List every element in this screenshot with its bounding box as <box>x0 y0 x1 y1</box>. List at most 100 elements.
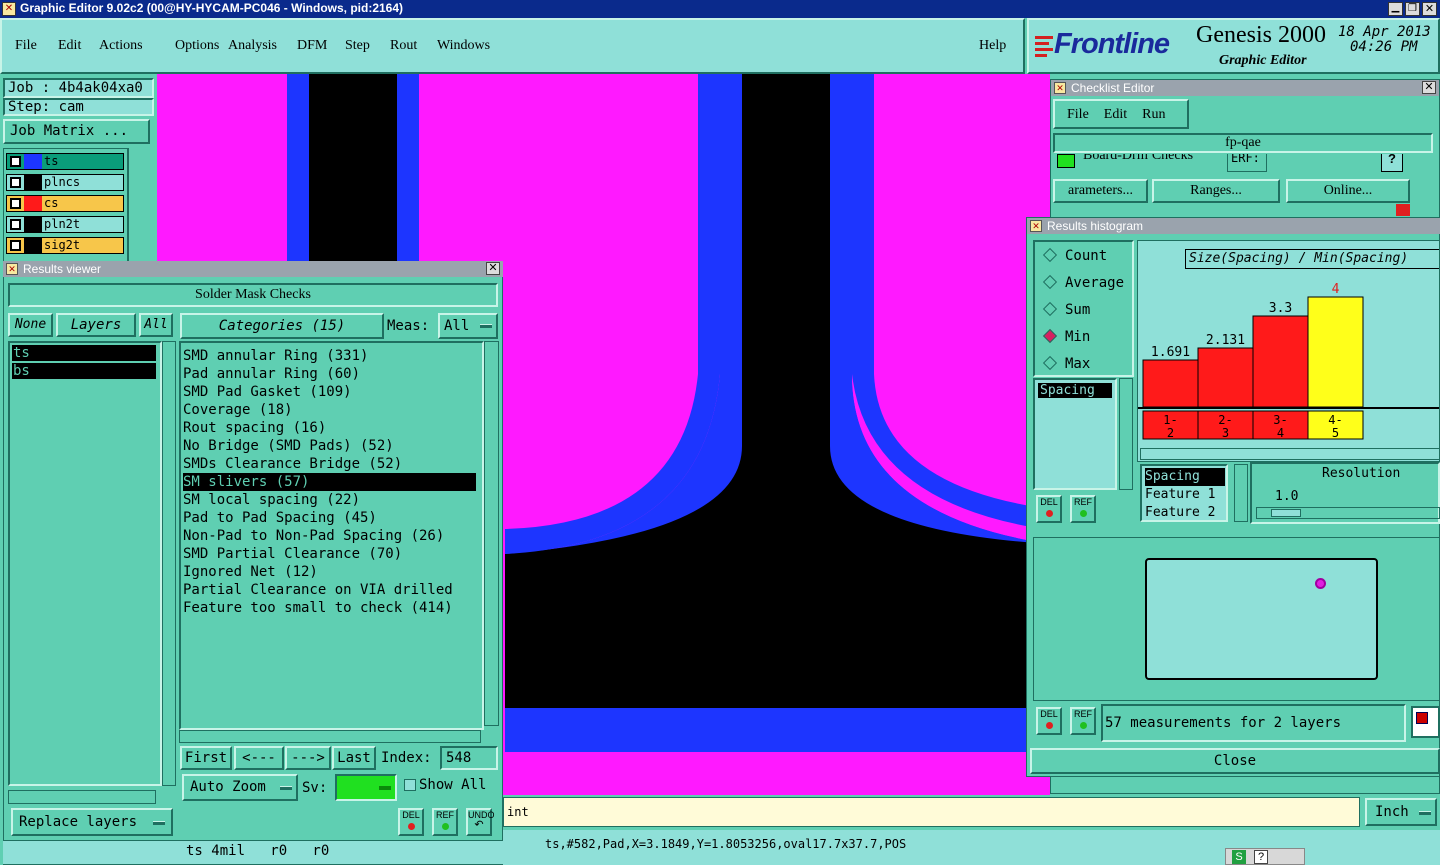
index-input[interactable]: 548 <box>440 746 498 770</box>
all-button[interactable]: All <box>139 313 173 337</box>
result-layer-item[interactable]: bs <box>12 363 156 379</box>
checklist-button-1[interactable]: Ranges... <box>1152 179 1280 203</box>
last-button[interactable]: Last <box>332 746 376 770</box>
field-item[interactable]: Feature 1 <box>1145 486 1226 504</box>
categories-scrollbar[interactable] <box>484 341 499 726</box>
menu-item-actions[interactable]: Actions <box>99 38 143 54</box>
resolution-slider[interactable] <box>1256 507 1440 519</box>
category-item[interactable]: Pad annular Ring (60) <box>183 365 482 383</box>
command-line[interactable]: int <box>503 797 1360 827</box>
histogram-del-button[interactable]: DEL <box>1036 495 1062 523</box>
ref-button[interactable]: REF <box>432 808 458 836</box>
histogram-bar[interactable] <box>1197 347 1254 408</box>
menu-item-analysis[interactable]: Analysis <box>228 38 277 54</box>
category-item[interactable]: SMDs Clearance Bridge (52) <box>183 455 482 473</box>
layer-row-pln2t[interactable]: pln2t <box>6 216 124 233</box>
result-layers-list[interactable]: ts bs <box>8 341 162 786</box>
chart-type-icon[interactable] <box>1411 706 1440 738</box>
checklist-row[interactable]: Board-Drill Checks ERF: ? <box>1053 154 1433 172</box>
category-item[interactable]: SM slivers (57) <box>183 473 476 491</box>
checklist-close-icon[interactable]: ✕ <box>1422 81 1436 94</box>
mode-radio-max[interactable]: Max <box>1042 355 1090 372</box>
layer-list-scrollbar[interactable] <box>128 148 155 262</box>
menu-item-step[interactable]: Step <box>345 38 370 54</box>
layer-checkbox[interactable] <box>10 240 21 251</box>
layer-checkbox[interactable] <box>10 156 21 167</box>
layer-row-plncs[interactable]: plncs <box>6 174 124 191</box>
menu-item-edit[interactable]: Edit <box>58 38 81 54</box>
layer-row-cs[interactable]: cs <box>6 195 124 212</box>
units-dropdown[interactable]: Inch <box>1365 798 1437 826</box>
category-item[interactable]: Non-Pad to Non-Pad Spacing (26) <box>183 527 482 545</box>
category-item[interactable]: SMD Partial Clearance (70) <box>183 545 482 563</box>
layer-checkbox[interactable] <box>10 219 21 230</box>
result-layers-hscrollbar[interactable] <box>8 790 156 804</box>
mode-radio-sum[interactable]: Sum <box>1042 301 1090 318</box>
help-tray-icon[interactable]: ? <box>1254 850 1268 864</box>
menu-item-dfm[interactable]: DFM <box>297 38 327 54</box>
first-button[interactable]: First <box>180 746 232 770</box>
result-layers-scrollbar[interactable] <box>162 341 176 786</box>
restore-button[interactable]: ❐ <box>1405 2 1420 16</box>
histogram-bar[interactable] <box>1307 296 1364 408</box>
measure-list[interactable]: Spacing <box>1033 378 1117 490</box>
checklist-menu-edit[interactable]: Edit <box>1104 107 1127 122</box>
category-item[interactable]: Coverage (18) <box>183 401 482 419</box>
menu-item-file[interactable]: File <box>15 38 37 54</box>
checklist-button-2[interactable]: Online... <box>1286 179 1410 203</box>
checklist-button-0[interactable]: arameters... <box>1053 179 1148 203</box>
layer-checkbox[interactable] <box>10 198 21 209</box>
results-viewer-close-icon[interactable]: ✕ <box>486 262 500 275</box>
sv-color-dropdown[interactable] <box>335 774 397 801</box>
next-button[interactable]: ---> <box>285 746 331 770</box>
undo-button[interactable]: UNDO ↶ <box>466 808 495 836</box>
preview-del-button[interactable]: DEL <box>1036 707 1062 735</box>
measure-item[interactable]: Spacing <box>1038 383 1112 398</box>
auto-zoom-dropdown[interactable]: Auto Zoom <box>182 774 298 801</box>
category-item[interactable]: Partial Clearance on VIA drilled <box>183 581 482 599</box>
result-layer-item[interactable]: ts <box>12 345 156 361</box>
fields-list[interactable]: Spacing Feature 1 Feature 2 <box>1140 464 1228 522</box>
s-tray-icon[interactable]: S <box>1232 850 1246 864</box>
show-all-checkbox[interactable] <box>404 779 416 791</box>
mode-radio-average[interactable]: Average <box>1042 274 1124 291</box>
none-button[interactable]: None <box>8 313 53 337</box>
del-button[interactable]: DEL <box>398 808 424 836</box>
layer-row-sig2t[interactable]: sig2t <box>6 237 124 254</box>
checklist-menu-run[interactable]: Run <box>1142 107 1165 122</box>
job-matrix-button[interactable]: Job Matrix ... <box>3 119 150 144</box>
histogram-bar[interactable] <box>1252 315 1309 408</box>
menu-help[interactable]: Help <box>979 38 1006 54</box>
category-item[interactable]: No Bridge (SMD Pads) (52) <box>183 437 482 455</box>
categories-button[interactable]: Categories (15) <box>180 313 384 339</box>
category-item[interactable]: Feature too small to check (414) <box>183 599 482 617</box>
histogram-close-button[interactable]: Close <box>1030 748 1440 774</box>
category-item[interactable]: SMD Pad Gasket (109) <box>183 383 482 401</box>
categories-hscrollbar[interactable] <box>179 730 481 743</box>
categories-list[interactable]: SMD annular Ring (331) Pad annular Ring (… <box>179 341 484 730</box>
checklist-help-icon[interactable]: ? <box>1381 154 1403 172</box>
fields-scrollbar[interactable] <box>1234 464 1248 522</box>
meas-dropdown[interactable]: All <box>438 313 498 339</box>
category-item[interactable]: Ignored Net (12) <box>183 563 482 581</box>
mode-radio-count[interactable]: Count <box>1042 247 1107 264</box>
layer-row-ts[interactable]: ts <box>6 153 124 170</box>
category-item[interactable]: Pad to Pad Spacing (45) <box>183 509 482 527</box>
category-item[interactable]: Rout spacing (16) <box>183 419 482 437</box>
menu-item-rout[interactable]: Rout <box>390 38 417 54</box>
close-window-button[interactable]: ✕ <box>1422 2 1437 16</box>
histogram-ref-button[interactable]: REF <box>1070 495 1096 523</box>
checklist-menu-file[interactable]: File <box>1067 107 1089 122</box>
minimize-button[interactable]: ▁ <box>1388 2 1403 16</box>
replace-layers-dropdown[interactable]: Replace layers <box>11 808 173 836</box>
chart-hscrollbar[interactable] <box>1140 448 1440 460</box>
menu-item-windows[interactable]: Windows <box>437 38 490 54</box>
layer-checkbox[interactable] <box>10 177 21 188</box>
category-item[interactable]: SM local spacing (22) <box>183 491 482 509</box>
menu-item-options[interactable]: Options <box>175 38 219 54</box>
measure-list-scrollbar[interactable] <box>1119 378 1133 490</box>
field-item[interactable]: Spacing <box>1145 468 1225 486</box>
mode-radio-min[interactable]: Min <box>1042 328 1090 345</box>
field-item[interactable]: Feature 2 <box>1145 504 1226 522</box>
preview-ref-button[interactable]: REF <box>1070 707 1096 735</box>
